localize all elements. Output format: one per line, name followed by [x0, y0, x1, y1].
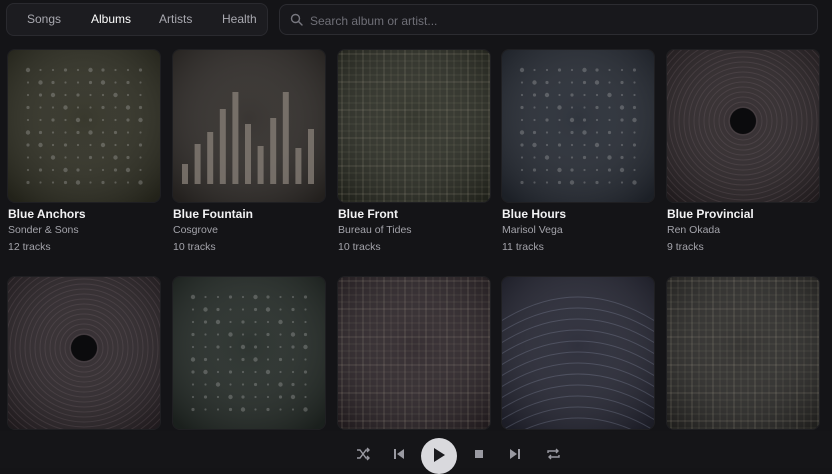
album-cover: [173, 50, 325, 202]
album-title: Blue Anchors: [8, 207, 86, 221]
album-cover: [8, 277, 160, 429]
album-track-count: 9 tracks: [667, 241, 704, 253]
album-cover: [338, 50, 490, 202]
album-track-count: 11 tracks: [502, 241, 544, 253]
play-button[interactable]: [421, 438, 457, 474]
shuffle-icon[interactable]: [356, 447, 370, 461]
album-title: Blue Fountain: [173, 207, 253, 221]
search-input[interactable]: [308, 5, 812, 36]
album-track-count: 12 tracks: [8, 241, 51, 253]
next-icon[interactable]: [509, 448, 521, 460]
album-cover: [8, 50, 160, 202]
album-cover: [667, 277, 819, 429]
album-artist: Marisol Vega: [502, 224, 563, 236]
album-artist: Bureau of Tides: [338, 224, 412, 236]
tab-artists[interactable]: Artists: [151, 4, 200, 35]
album-artist: Ren Okada: [667, 224, 721, 236]
tab-albums[interactable]: Albums: [83, 4, 139, 35]
album-artist: Sonder & Sons: [8, 224, 79, 236]
play-icon: [434, 448, 445, 462]
repeat-icon[interactable]: [546, 447, 561, 461]
search-icon: [290, 13, 303, 26]
player-bar: [0, 431, 832, 468]
album-cover: [502, 50, 654, 202]
album-cover: [502, 277, 654, 429]
album-artist: Cosgrove: [173, 224, 218, 236]
album-title: Blue Front: [338, 207, 398, 221]
album-track-count: 10 tracks: [173, 241, 216, 253]
album-cover: [667, 50, 819, 202]
search-box: [279, 4, 818, 36]
stop-icon[interactable]: [474, 449, 484, 459]
view-tabs: Songs Albums Artists Health: [6, 3, 268, 36]
tab-health[interactable]: Health: [214, 4, 265, 35]
album-title: Blue Hours: [502, 207, 567, 221]
album-title: Blue Provincial: [667, 207, 754, 221]
previous-icon[interactable]: [393, 448, 405, 460]
album-cover: [173, 277, 325, 429]
album-cover: [338, 277, 490, 429]
album-track-count: 10 tracks: [338, 241, 381, 253]
tab-songs[interactable]: Songs: [19, 4, 69, 35]
